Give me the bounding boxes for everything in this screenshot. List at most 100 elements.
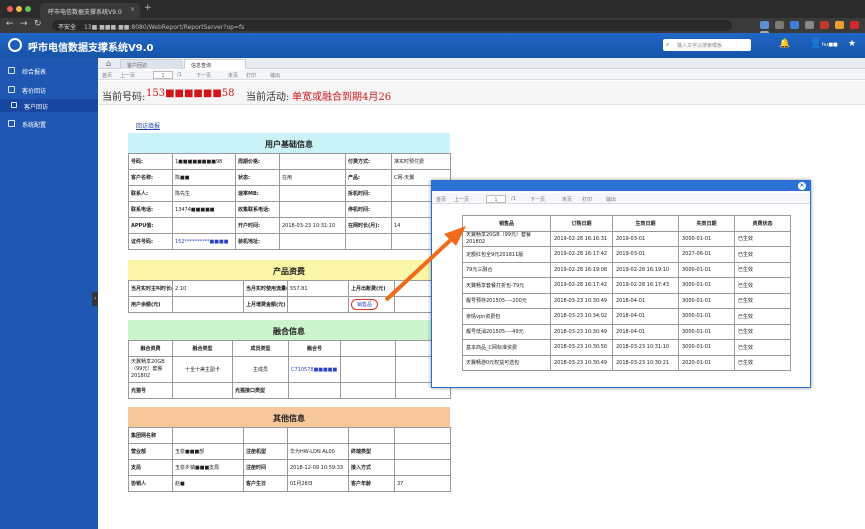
url-field[interactable]: 不安全 13■.■■■.■■:8080/WebReport/ReportServ… [52, 20, 732, 31]
forward-icon[interactable]: → [20, 19, 28, 29]
basic-info-table: 号码: 1■■■■■■■■98 周期价格: 付费方式: 准实时预付费 客户名称: 陈■■ 状态… [128, 153, 451, 250]
column-header: 生效日期 [612, 215, 679, 232]
table-cell: 已生效 [734, 339, 791, 356]
table-row: 天翼畅享20GB（99元）套餐201802 十全十美主副卡 主成员 C71057… [128, 356, 451, 383]
popup-next-page-button[interactable]: 下一页 [530, 196, 545, 203]
table-cell: 已生效 [734, 323, 791, 340]
column-header: 资费状态 [734, 215, 791, 232]
table-cell: 2019-02-28 16:16:31 [550, 230, 613, 247]
table-cell: 2019-02-28 16:17:42 [550, 246, 613, 263]
field-value [287, 427, 349, 444]
empty-cell [172, 382, 233, 399]
table-cell: 天翼畅享20GB（99元）套餐201802 [462, 230, 551, 247]
url-text: 13■.■■■.■■:8080/WebReport/ReportServer?o… [83, 24, 245, 31]
popup-last-page-button[interactable]: 末页 [562, 196, 572, 203]
table-row: 集团网名称 [128, 427, 451, 444]
fusion-fee-value: 天翼畅享20GB（99元）套餐201802 [128, 356, 173, 383]
new-tab-button[interactable]: + [144, 3, 152, 13]
next-page-button[interactable]: 下一页 [196, 72, 211, 79]
empty-cell [288, 382, 341, 399]
user-icon[interactable]: 👤 [810, 39, 821, 49]
field-value: 玉泉■■■部 [172, 443, 244, 460]
field-label: 营业部 [128, 443, 173, 460]
basic-info-section: 用户基础信息 号码: 1■■■■■■■■98 周期价格: 付费方式: 准实时预付费 客户名… [128, 133, 451, 250]
field-label: 拆机时间: [345, 185, 392, 202]
field-value [394, 443, 451, 460]
browser-tab[interactable]: 呼市电信数据支撑系统V9.0 × [40, 3, 140, 18]
basic-info-title: 用户基础信息 [128, 133, 450, 153]
field-value [394, 459, 451, 476]
close-tab-icon[interactable]: × [130, 6, 135, 13]
field-label: 速率MB: [235, 185, 280, 202]
popup-titlebar: × [432, 181, 810, 191]
extension-icon[interactable] [760, 21, 769, 29]
tab-customer-visit[interactable]: 客户回访 [120, 59, 182, 69]
maximize-window-icon[interactable] [25, 6, 31, 12]
star-icon[interactable]: ★ [848, 39, 856, 49]
field-label: 开户时间: [235, 217, 280, 234]
last-page-button[interactable]: 末页 [228, 72, 238, 79]
product-table: 当月实时主叫时长(分钟) 2.10 当月实时使用流量(MB) 557.81 上月… [128, 280, 451, 313]
sales-product-link[interactable]: 销售品 [351, 299, 379, 310]
table-row: 定额红包全9元201811版 2019-02-28 16:17:42 2019-03… [462, 246, 791, 263]
table-cell: 已生效 [734, 246, 791, 263]
table-row: 客户名称: 陈■■ 状态: 在用 产品: C网-天翼 [128, 169, 451, 186]
field-label: 产品: [345, 169, 392, 186]
popup-first-page-button[interactable]: 首页 [436, 196, 446, 203]
popup-prev-page-button[interactable]: 上一页 [454, 196, 469, 203]
user-name[interactable]: hu■■ [822, 42, 838, 48]
extension-icon[interactable] [774, 21, 784, 29]
field-label: 接入方式 [348, 459, 395, 476]
bell-icon[interactable]: 🔔 [779, 39, 790, 49]
home-icon[interactable]: ⌂ [106, 59, 111, 68]
back-icon[interactable]: ← [6, 19, 14, 29]
field-label: 客户名称: [128, 169, 173, 186]
table-cell: 2018-04-01 [612, 323, 679, 340]
field-value [172, 427, 244, 444]
fee-increase-label: 上月增费金额(元) [243, 296, 288, 313]
other-table: 集团网名称 营业部 玉泉■■■部 注册机型 华为HW-LDN AL00 终端类型 支局 玉泉乡… [128, 427, 451, 492]
table-row: 融合资费 融合类型 成员类型 融合号 [128, 340, 451, 357]
extension-icon[interactable] [849, 21, 859, 29]
sidebar-item-customer-visit[interactable]: 客户回访 [0, 99, 98, 112]
page-number-input[interactable]: 1 [153, 71, 173, 79]
prev-page-button[interactable]: 上一页 [120, 72, 135, 79]
browser-tabbar: 呼市电信数据支撑系统V9.0 × + [0, 0, 865, 18]
popup-export-button[interactable]: 输出 [606, 196, 616, 203]
field-value: 2018-03-23 10:31:10 [279, 217, 346, 234]
extension-icon[interactable] [804, 21, 814, 29]
search-input[interactable]: ⌕ 输入文字以搜索模板 [663, 39, 751, 51]
table-cell: 2018-03-23 10:34:02 [550, 308, 613, 325]
minimize-window-icon[interactable] [16, 6, 22, 12]
popup-page-number-input[interactable]: 1 [486, 195, 506, 203]
reload-icon[interactable]: ↻ [34, 19, 42, 29]
field-label: 注册机型 [243, 443, 288, 460]
tab-info-query[interactable]: 信息查询 [184, 59, 246, 69]
report-fill-link[interactable]: 回访填报 [136, 121, 160, 130]
export-button[interactable]: 输出 [270, 72, 280, 79]
first-page-button[interactable]: 首页 [102, 72, 112, 79]
table-cell: 2027-06-01 [678, 246, 735, 263]
sidebar-item-price-visit[interactable]: 客价回访 [0, 83, 98, 96]
extension-icon[interactable] [819, 21, 829, 29]
close-icon[interactable]: × [798, 182, 806, 190]
extension-icon[interactable] [789, 21, 799, 29]
field-label: 终端类型 [348, 443, 395, 460]
table-cell: 2019-02-28 16:17:42 [550, 277, 613, 294]
table-cell: 已生效 [734, 292, 791, 309]
sidebar-item-reports[interactable]: 综合报表 [0, 64, 98, 77]
field-label: 在网时长(月): [345, 217, 392, 234]
table-row: 天翼畅游0元权益可选包 2018-03-23 10:30:49 2018-03-23… [462, 354, 791, 371]
table-cell: 2018-03-23 10:30:49 [550, 292, 613, 309]
extension-icon[interactable] [834, 21, 844, 29]
print-button[interactable]: 打印 [246, 72, 256, 79]
table-cell: 2018-04-01 [612, 308, 679, 325]
table-row: 用户余额(元) 上月增费金额(元) 销售品 [128, 296, 451, 313]
sidebar-item-settings[interactable]: 系统配置 [0, 117, 98, 130]
popup-print-button[interactable]: 打印 [582, 196, 592, 203]
fusion-member-value: 主成员 [232, 356, 289, 383]
field-value [279, 233, 346, 250]
table-row: 协销人 赵■ 客户生日 01月26日 客户年龄 37 [128, 475, 451, 492]
fusion-number-value[interactable]: C710578■■■■■ [288, 356, 341, 383]
close-window-icon[interactable] [7, 6, 13, 12]
